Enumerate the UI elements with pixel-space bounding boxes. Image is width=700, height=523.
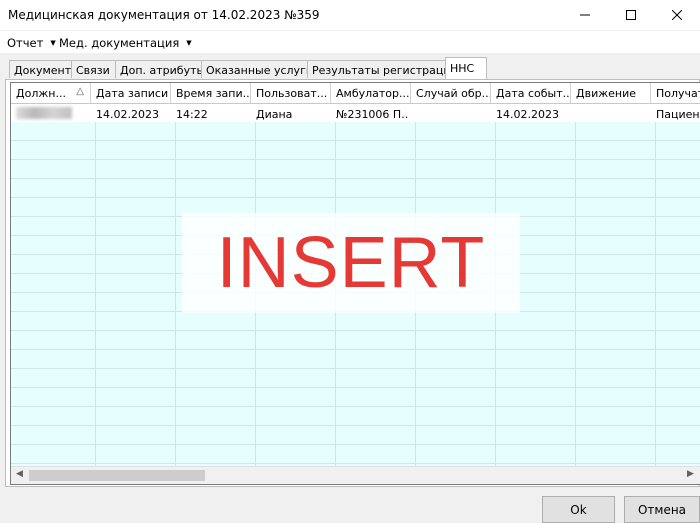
minimize-button[interactable] [562,0,608,30]
column-header-outpatient[interactable]: Амбулатор... [331,83,411,103]
tab-strip: Документ Связи Доп. атрибуты Оказанные у… [5,57,695,79]
cell-record-date: 14.02.2023 [96,108,159,121]
column-header-event-date[interactable]: Дата событ... [491,83,571,103]
window-title: Медицинская документация от 14.02.2023 №… [8,8,320,22]
cell-record-time: 14:22 [176,108,208,121]
scrollbar-thumb[interactable] [29,470,205,481]
tab-document[interactable]: Документ [9,60,72,78]
menu-med-documentation[interactable]: Мед. документация ▼ [59,36,192,50]
column-header-recipient[interactable]: Получат [651,83,700,103]
menu-med-documentation-label: Мед. документация [59,36,180,50]
column-header-movement[interactable]: Движение [571,83,651,103]
tab-links[interactable]: Связи [71,60,116,78]
maximize-icon [626,10,636,20]
column-header-case[interactable]: Случай обр... [411,83,491,103]
scroll-left-icon[interactable]: ◀ [16,469,23,479]
cell-user: Диана [256,108,293,121]
ok-button[interactable]: Ok [542,496,615,523]
column-header-user[interactable]: Пользоват... [251,83,331,103]
column-header-record-date[interactable]: Дата записи [91,83,171,103]
menu-report[interactable]: Отчет ▼ [7,36,56,50]
redacted-position-cell [16,107,72,119]
cell-outpatient: №231006 П... [336,108,408,121]
dropdown-arrow-icon: ▼ [186,39,192,47]
cell-recipient: Пациент [656,108,700,121]
maximize-button[interactable] [608,0,654,30]
column-header-position[interactable]: Должн... △ [11,83,91,103]
tab-nns[interactable]: ННС [445,57,487,79]
insert-watermark: INSERT [182,213,520,313]
tab-services[interactable]: Оказанные услуги [201,60,313,78]
tab-extra-attributes[interactable]: Доп. атрибуты [115,60,205,78]
window-titlebar: Медицинская документация от 14.02.2023 №… [0,0,700,30]
cancel-button[interactable]: Отмена [624,496,700,523]
close-button[interactable] [654,0,700,30]
minimize-icon [580,14,590,16]
dropdown-arrow-icon: ▼ [50,39,56,47]
grid-header: Должн... △ Дата записи Время запи... Пол… [11,83,700,104]
tab-registration-results[interactable]: Результаты регистрации [307,60,458,78]
menu-report-label: Отчет [7,36,44,50]
close-icon [672,10,682,20]
table-row[interactable]: 14.02.2023 14:22 Диана №231006 П... 14.0… [11,104,700,122]
horizontal-scrollbar[interactable]: ◀ ▶ [11,466,700,484]
scroll-right-icon[interactable]: ▶ [687,469,694,479]
sort-ascending-icon: △ [76,86,84,97]
column-header-record-time[interactable]: Время запи... [171,83,251,103]
menu-bar: Отчет ▼ Мед. документация ▼ [0,31,700,53]
cell-event-date: 14.02.2023 [496,108,559,121]
